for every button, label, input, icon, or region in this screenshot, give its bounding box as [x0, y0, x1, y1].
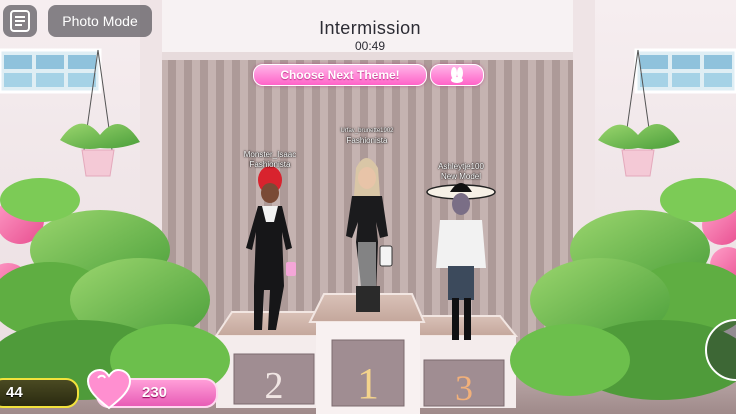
coin-value: 44 — [6, 384, 23, 401]
player-name: Monster_Isaac — [243, 150, 297, 159]
photo-mode-button[interactable]: Photo Mode — [48, 5, 152, 37]
left-window — [0, 48, 102, 94]
game-scene: 2 1 3 — [0, 0, 736, 414]
chat-button[interactable] — [3, 5, 37, 37]
chat-icon — [10, 10, 30, 32]
heart-icon — [86, 368, 132, 410]
player-rank: Fashionista — [346, 136, 388, 145]
coin-counter: 44 — [0, 378, 79, 408]
backdrop-header — [160, 52, 575, 60]
podium-number-3: 3 — [455, 368, 473, 408]
player-nametag: Urfav_brunette1902 Fashionista — [312, 126, 422, 146]
podium-number-2: 2 — [265, 365, 284, 407]
player-rank: New Model — [440, 172, 481, 181]
heart-value: 230 — [142, 384, 168, 401]
player-nametag: Ashleytje100 New Model — [406, 162, 516, 182]
player-rank: Fashionista — [249, 160, 291, 169]
intermission-title: Intermission — [319, 18, 421, 38]
bunny-button[interactable] — [430, 64, 484, 86]
player-nametag: Monster_Isaac Fashionista — [215, 150, 325, 170]
countdown-timer: 00:49 — [354, 39, 386, 53]
bunny-ears-icon — [451, 67, 463, 83]
right-window — [634, 48, 736, 94]
podium-number-1: 1 — [357, 359, 379, 408]
player-name: Urfav_brunette1902 — [340, 128, 394, 134]
player-name: Ashleytje100 — [438, 162, 484, 171]
choose-theme-button[interactable]: Choose Next Theme! — [253, 64, 427, 86]
